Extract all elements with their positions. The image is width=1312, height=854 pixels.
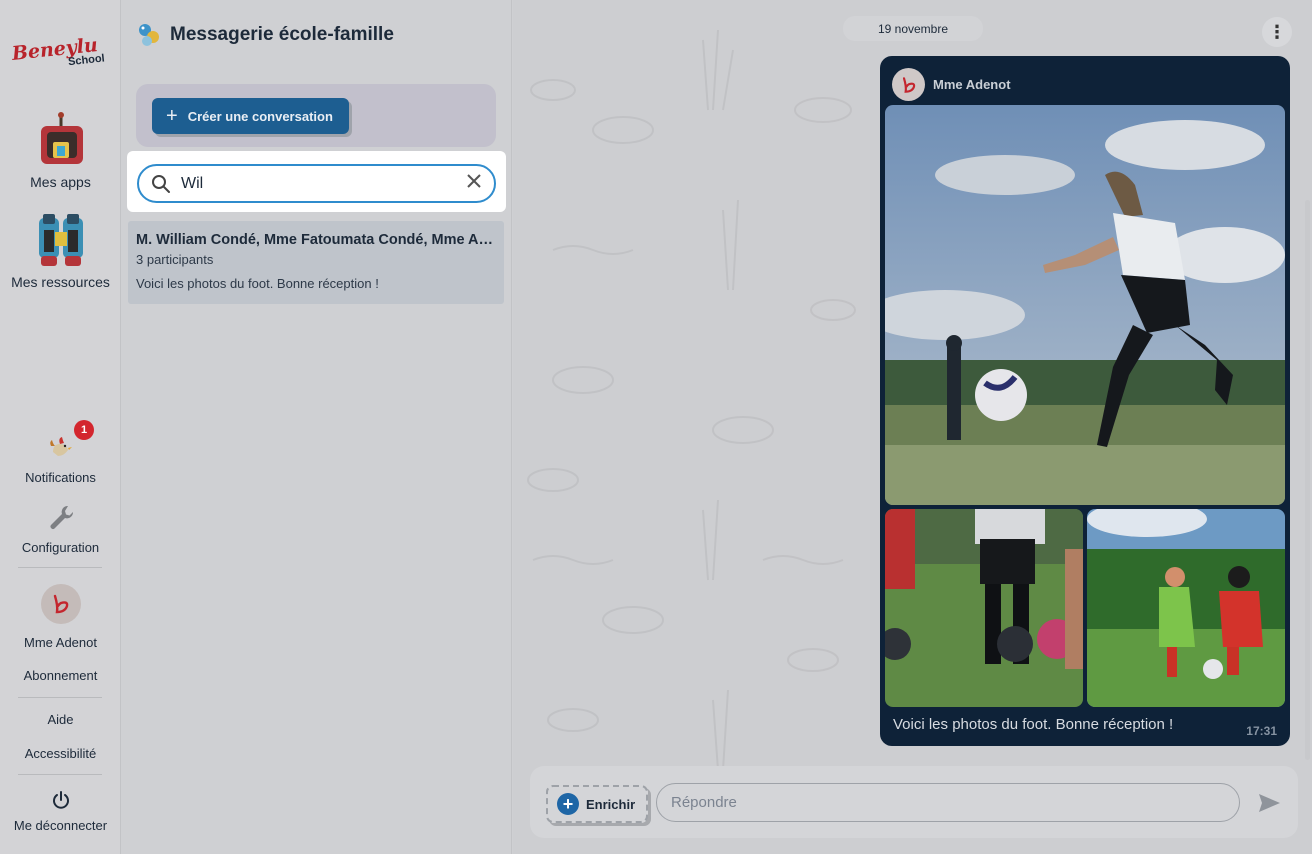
nav-my-resources-label: Mes ressources <box>11 274 110 290</box>
message-photo-2[interactable] <box>885 509 1083 707</box>
nav-logout-label: Me déconnecter <box>13 818 108 833</box>
nav-accessibility[interactable]: Accessibilité <box>0 746 121 761</box>
nav-subscription-label: Abonnement <box>23 668 98 683</box>
rooster-notifications-icon <box>49 437 72 456</box>
nav-help[interactable]: Aide <box>0 712 121 727</box>
nav-my-apps[interactable]: Mes apps <box>0 112 121 190</box>
nav-user-name: Mme Adenot <box>24 635 97 650</box>
user-avatar <box>40 584 81 624</box>
conversation-list-panel: Messagerie école-famille + Créer une con… <box>121 0 512 854</box>
nav-configuration-label: Configuration <box>21 540 100 555</box>
plus-circle-icon: + <box>557 793 579 815</box>
user-avatar-logo-icon <box>53 594 68 614</box>
page-title: Messagerie école-famille <box>170 24 394 45</box>
more-options-icon[interactable]: ⋮ <box>1262 17 1292 47</box>
nav-divider <box>18 567 102 568</box>
message-photo-1[interactable] <box>885 105 1285 505</box>
nav-divider <box>18 774 102 775</box>
nav-help-label: Aide <box>47 712 74 727</box>
power-icon <box>52 791 69 809</box>
nav-divider <box>18 697 102 698</box>
message-composer: + Enrichir <box>530 766 1298 838</box>
robot-apps-icon <box>40 112 83 164</box>
message-photo-3[interactable] <box>1087 509 1285 707</box>
clear-search-icon[interactable] <box>466 172 482 195</box>
conversation-participants: 3 participants <box>136 252 214 267</box>
search-field[interactable] <box>137 164 496 203</box>
create-conversation-label: Créer une conversation <box>187 108 333 124</box>
date-separator: 19 novembre <box>843 16 983 41</box>
scrollbar[interactable] <box>1305 200 1310 760</box>
nav-notifications[interactable]: Notifications <box>0 434 121 485</box>
search-container <box>127 151 506 212</box>
create-conversation-card: + Créer une conversation <box>136 84 496 147</box>
chat-panel: 19 novembre ⋮ Mme Adenot Voici les photo… <box>513 0 1312 854</box>
message-text: Voici les photos du foot. Bonne réceptio… <box>893 716 1174 733</box>
message-author-avatar <box>892 68 925 101</box>
main-nav: Beneylu School Mes apps Mes ressources N… <box>0 0 121 854</box>
nav-configuration[interactable]: Configuration <box>0 504 121 555</box>
search-icon <box>152 174 170 193</box>
conversation-item[interactable]: M. William Condé, Mme Fatoumata Condé, M… <box>128 221 504 304</box>
plus-icon: + <box>166 105 178 127</box>
enrich-label: Enrichir <box>586 796 636 812</box>
nav-my-resources[interactable]: Mes ressources <box>0 212 121 290</box>
author-logo-icon <box>902 76 915 93</box>
conversation-title: M. William Condé, Mme Fatoumata Condé, M… <box>136 232 496 248</box>
search-input[interactable] <box>181 174 466 193</box>
wrench-icon <box>50 505 73 529</box>
nav-subscription[interactable]: Abonnement <box>0 668 121 683</box>
enrich-button[interactable]: + Enrichir <box>546 785 648 823</box>
nav-accessibility-label: Accessibilité <box>24 746 97 761</box>
create-conversation-button[interactable]: + Créer une conversation <box>152 98 349 134</box>
reply-field[interactable] <box>656 783 1240 822</box>
messaging-app-icon <box>139 24 159 46</box>
reply-input[interactable] <box>671 794 1239 811</box>
svg-text:School: School <box>68 52 106 68</box>
send-icon[interactable] <box>1256 790 1282 816</box>
nav-user-profile[interactable]: Mme Adenot <box>0 584 121 650</box>
binoculars-resources-icon <box>38 214 83 266</box>
message-bubble: Mme Adenot Voici les photos du foot. Bon… <box>880 56 1290 746</box>
beneylu-logo[interactable]: Beneylu School <box>10 34 110 68</box>
message-author-name: Mme Adenot <box>933 77 1011 92</box>
nav-my-apps-label: Mes apps <box>30 174 91 190</box>
nav-logout[interactable]: Me déconnecter <box>0 790 121 833</box>
nav-notifications-label: Notifications <box>25 470 96 485</box>
notifications-count-badge: 1 <box>74 420 94 440</box>
conversation-last-message: Voici les photos du foot. Bonne réceptio… <box>136 276 379 291</box>
message-time: 17:31 <box>1246 724 1277 738</box>
